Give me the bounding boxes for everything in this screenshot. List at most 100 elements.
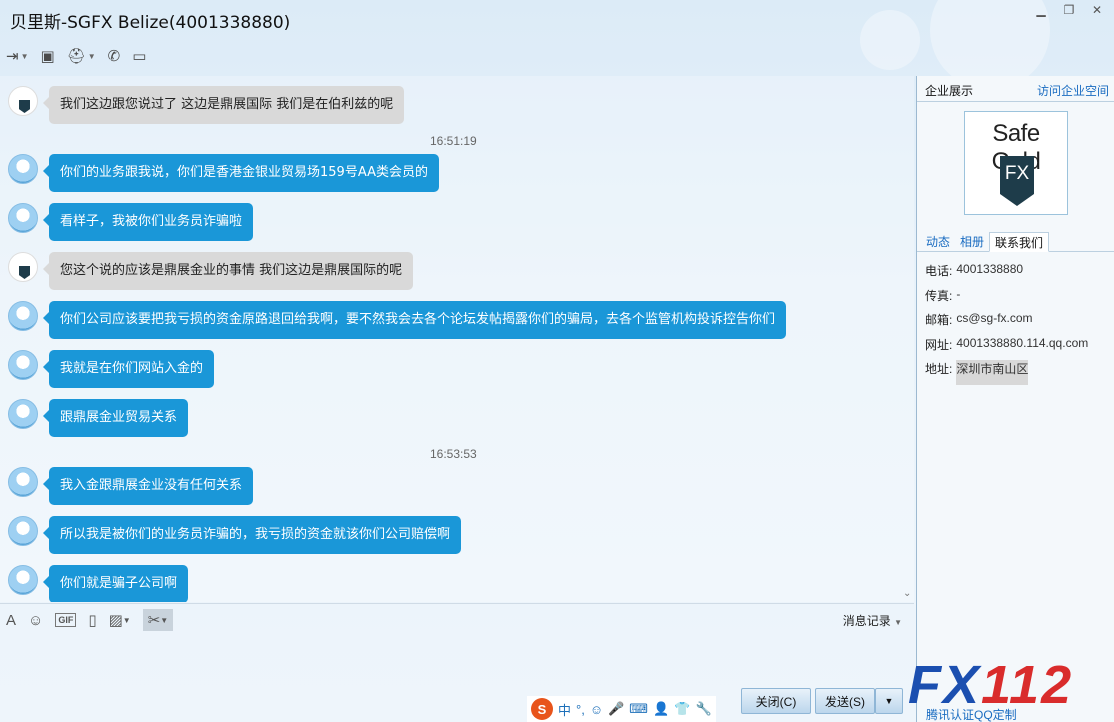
- user-avatar[interactable]: [8, 565, 38, 595]
- ime-emoji-icon[interactable]: ☺: [590, 702, 603, 717]
- video-button[interactable]: ▭: [132, 44, 146, 68]
- message-bubble: 你们的业务跟我说，你们是香港金银业贸易场159号AA类会员的: [43, 154, 439, 192]
- shield-icon: FX: [1000, 156, 1034, 206]
- shake-icon[interactable]: ▯: [88, 609, 96, 631]
- contact-label: 邮箱:: [925, 313, 953, 327]
- user-avatar[interactable]: [8, 467, 38, 497]
- contact-label: 传真:: [925, 288, 953, 303]
- ime-skin-icon[interactable]: 👕: [674, 701, 690, 717]
- ime-chinese-mode-icon[interactable]: 中: [558, 700, 571, 719]
- message-bubble: 你们公司应该要把我亏损的资金原路退回给我啊，要不然我会去各个论坛发帖揭露你们的骗…: [42, 301, 787, 339]
- contact-label: 电话:: [925, 264, 953, 278]
- contact-value: 深圳市南山区: [956, 360, 1029, 385]
- remote-desktop-button[interactable]: ▣: [41, 44, 55, 68]
- gif-icon[interactable]: GIF: [55, 613, 77, 627]
- ime-punctuation-icon[interactable]: °,: [576, 702, 585, 717]
- user-avatar[interactable]: [8, 301, 38, 331]
- contact-row: 邮箱: cs@sg-fx.com: [925, 311, 1111, 336]
- visit-space-link[interactable]: 访问企业空间: [1037, 82, 1109, 99]
- watermark-subtitle: 腾讯认证QQ定制: [926, 706, 1017, 722]
- user-avatar[interactable]: [8, 154, 38, 184]
- user-avatar[interactable]: [8, 399, 38, 429]
- video-icon: ▭: [132, 48, 147, 65]
- chat-message: 你们公司应该要把我亏损的资金原路退回给我啊，要不然我会去各个论坛发帖揭露你们的骗…: [8, 301, 787, 339]
- message-history-label: 消息记录: [842, 614, 891, 628]
- chat-message: 你们的业务跟我说，你们是香港金银业贸易场159号AA类会员的: [8, 154, 439, 192]
- shield-icon: [19, 100, 30, 113]
- contact-label: 地址:: [925, 362, 953, 376]
- transfer-file-button[interactable]: ⇥ ▼: [6, 44, 29, 68]
- chat-message: 看样子，我被你们业务员诈骗啦: [8, 203, 254, 241]
- tab-updates[interactable]: 动态: [921, 232, 955, 252]
- message-history-button[interactable]: 消息记录 ▼: [843, 612, 902, 629]
- contact-info: 电话: 4001338880 传真: - 邮箱: cs@sg-fx.com 网址: 40013…: [925, 262, 1111, 385]
- contact-row: 电话: 4001338880: [925, 262, 1111, 287]
- message-input[interactable]: [0, 633, 914, 688]
- remote-desktop-icon: ▣: [40, 48, 55, 65]
- company-logo: Safe Gold FX: [964, 111, 1068, 215]
- ime-account-icon[interactable]: 👤: [653, 701, 669, 717]
- chat-message: 我就是在你们网站入金的: [8, 350, 215, 388]
- panel-header: 企业展示 访问企业空间: [917, 76, 1114, 102]
- chevron-down-icon: ▼: [87, 51, 96, 61]
- user-avatar[interactable]: [8, 350, 38, 380]
- chat-message: 您这个说的应该是鼎展金业的事情 我们这边是鼎展国际的呢: [8, 252, 414, 290]
- scissors-icon[interactable]: ✂ ▼: [142, 609, 174, 631]
- ime-voice-icon[interactable]: 🎤: [608, 701, 624, 717]
- phone-button[interactable]: ✆: [108, 44, 121, 68]
- message-bubble: 您这个说的应该是鼎展金业的事情 我们这边是鼎展国际的呢: [42, 252, 414, 290]
- contact-row: 地址: 深圳市南山区: [925, 360, 1111, 385]
- chat-message: 我们这边跟您说过了 这边是鼎展国际 我们是在伯利兹的呢: [8, 86, 405, 124]
- message-bubble: 你们就是骗子公司啊: [42, 565, 189, 602]
- chat-history[interactable]: 我们这边跟您说过了 这边是鼎展国际 我们是在伯利兹的呢 16:51:19 你们的业务…: [0, 76, 914, 602]
- input-toolbar: A ☺ GIF ▯ ▨ ▼ ✂ ▼ 消息记录 ▼: [0, 603, 914, 633]
- close-icon[interactable]: ✕: [1088, 2, 1106, 18]
- contact-value: cs@sg-fx.com: [956, 311, 1033, 325]
- font-icon[interactable]: A: [6, 609, 16, 631]
- ime-settings-icon[interactable]: 🔧: [695, 701, 711, 717]
- message-bubble: 所以我是被你们的业务员诈骗的，我亏损的资金就该你们公司赔偿啊: [42, 516, 462, 554]
- phone-icon: ✆: [107, 48, 121, 65]
- transfer-file-icon: ⇥: [6, 48, 19, 65]
- chevron-down-icon: ▼: [20, 51, 29, 61]
- tab-contact[interactable]: 联系我们: [989, 232, 1050, 252]
- message-bubble: 看样子，我被你们业务员诈骗啦: [42, 203, 254, 241]
- contact-value: -: [956, 286, 961, 301]
- message-bubble: 我入金跟鼎展金业没有任何关系: [42, 467, 254, 505]
- input-tools: A ☺ GIF ▯ ▨ ▼ ✂ ▼: [6, 609, 174, 631]
- app-icon: ⛑: [66, 48, 86, 65]
- contact-row: 传真: -: [925, 287, 1111, 312]
- company-avatar[interactable]: [8, 252, 38, 282]
- minimize-icon[interactable]: ▁: [1032, 2, 1050, 18]
- app-button[interactable]: ⛑ ▼: [67, 44, 96, 68]
- ime-keyboard-icon[interactable]: ⌨: [629, 701, 648, 717]
- company-avatar[interactable]: [8, 86, 38, 116]
- chat-message: 我入金跟鼎展金业没有任何关系: [8, 467, 254, 505]
- timestamp: 16:53:53: [430, 447, 477, 461]
- send-options-button[interactable]: ▼: [875, 688, 903, 714]
- send-button[interactable]: 发送(S): [815, 688, 875, 714]
- message-bubble: 跟鼎展金业贸易关系: [42, 399, 189, 437]
- panel-title: 企业展示: [925, 84, 974, 98]
- logo-mark: FX: [1004, 163, 1030, 184]
- user-avatar[interactable]: [8, 203, 38, 233]
- contact-value: 4001338880.114.qq.com: [956, 335, 1089, 350]
- user-avatar[interactable]: [8, 516, 38, 546]
- image-icon[interactable]: ▨ ▼: [109, 609, 131, 631]
- window-controls: ▁ ❐ ✕: [1032, 2, 1106, 18]
- title-bar: 贝里斯-SGFX Belize(4001338880) ▁ ❐ ✕: [0, 0, 1114, 90]
- chat-message: 跟鼎展金业贸易关系: [8, 399, 189, 437]
- company-panel: 企业展示 访问企业空间 Safe Gold FX 动态相册联系我们 电话:400…: [916, 76, 1114, 722]
- emoji-icon[interactable]: ☺: [28, 609, 43, 631]
- chat-toolbar: ⇥ ▼ ▣ ⛑ ▼ ✆ ▭: [6, 44, 146, 68]
- close-button[interactable]: 关闭(C): [741, 688, 811, 714]
- timestamp: 16:51:19: [430, 134, 477, 148]
- tab-album[interactable]: 相册: [955, 232, 989, 252]
- window-title: 贝里斯-SGFX Belize(4001338880): [10, 13, 291, 33]
- ime-toolbar: S 中 °, ☺ 🎤 ⌨ 👤 👕 🔧: [527, 696, 716, 722]
- restore-icon[interactable]: ❐: [1060, 2, 1078, 18]
- sogou-logo-icon[interactable]: S: [531, 698, 553, 720]
- contact-label: 网址:: [925, 337, 953, 352]
- scroll-down-icon[interactable]: ⌄: [903, 588, 911, 599]
- chevron-down-icon: ▼: [894, 618, 902, 627]
